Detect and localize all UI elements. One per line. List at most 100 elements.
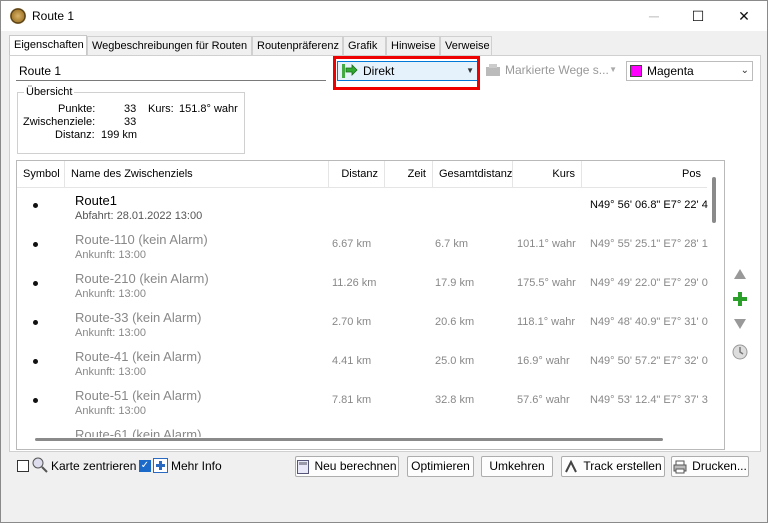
table-row[interactable]: Route-110 (kein Alarm) Ankunft: 13:00 6.… xyxy=(17,228,708,267)
waypoint-course: 57.6° wahr xyxy=(517,394,570,406)
create-track-label: Track erstellen xyxy=(583,459,662,473)
waypoint-distance: 6.67 km xyxy=(332,238,372,250)
waypoint-symbol-icon xyxy=(33,359,38,364)
course-value: 151.8° wahr xyxy=(179,103,238,115)
waypoint-name: Route-61 (kein Alarm) xyxy=(75,427,202,437)
waypoint-symbol-icon xyxy=(33,281,38,286)
title-bar: Route 1 ─ ☐ ✕ xyxy=(1,1,767,31)
magnifier-icon xyxy=(32,457,48,473)
triangle-down-icon xyxy=(734,319,746,329)
optimize-button[interactable]: Optimieren xyxy=(407,456,474,477)
distance-label: Distanz: xyxy=(55,129,95,141)
waypoint-name: Route-41 (kein Alarm) xyxy=(75,349,202,364)
window-title: Route 1 xyxy=(32,9,75,23)
points-value: 33 xyxy=(124,103,137,115)
route-name-field[interactable] xyxy=(16,62,326,81)
column-header[interactable]: Kurs xyxy=(513,161,582,187)
color-dropdown[interactable]: Magenta ⌄ xyxy=(626,61,753,81)
waypoint-name: Route-33 (kein Alarm) xyxy=(75,310,202,325)
chevron-down-icon: ⌄ xyxy=(740,65,749,76)
horizontal-scrollbar[interactable] xyxy=(35,438,663,441)
close-button[interactable]: ✕ xyxy=(721,1,767,31)
table-row[interactable]: Route-33 (kein Alarm) Ankunft: 13:00 2.7… xyxy=(17,306,708,345)
column-header[interactable]: Name des Zwischenziels xyxy=(65,161,329,187)
points-label: Punkte: xyxy=(58,103,96,115)
reverse-button[interactable]: Umkehren xyxy=(481,456,553,477)
printer-icon xyxy=(673,460,687,474)
table-row[interactable]: Route-210 (kein Alarm) Ankunft: 13:00 11… xyxy=(17,267,708,306)
add-waypoint-button[interactable] xyxy=(732,291,748,307)
maximize-button[interactable]: ☐ xyxy=(675,1,721,31)
waypoint-subtext: Ankunft: 13:00 xyxy=(75,288,146,300)
triangle-up-icon xyxy=(734,269,746,279)
waypoint-course: 16.9° wahr xyxy=(517,355,570,367)
waypoint-subtext: Ankunft: 13:00 xyxy=(75,366,146,378)
waypoint-position: N49° 50' 57.2" E7° 32' 0 xyxy=(590,355,708,367)
waypoint-total-distance: 17.9 km xyxy=(435,277,475,289)
column-header[interactable]: Gesamtdistanz xyxy=(433,161,513,187)
clock-button[interactable] xyxy=(732,344,748,360)
column-header[interactable]: Pos xyxy=(582,161,707,187)
waypoint-distance: 7.81 km xyxy=(332,394,372,406)
waypoints-table: Symbol Name des Zwischenziels Distanz Ze… xyxy=(16,160,725,450)
tab-verweise[interactable]: Verweise xyxy=(440,36,492,55)
waypoint-distance: 4.41 km xyxy=(332,355,372,367)
waypoint-distance: 11.26 km xyxy=(332,277,377,289)
create-track-button[interactable]: Track erstellen xyxy=(561,456,665,477)
table-row[interactable]: Route1 Abfahrt: 28.01.2022 13:00 N49° 56… xyxy=(17,189,708,228)
overview-group: Übersicht Punkte: 33 Kurs: 151.8° wahr Z… xyxy=(17,86,245,154)
waypoint-position: N49° 48' 40.9" E7° 31' 0 xyxy=(590,316,708,328)
waypoint-position: N49° 53' 12.4" E7° 37' 3 xyxy=(590,394,708,406)
table-row[interactable]: Route-51 (kein Alarm) Ankunft: 13:00 7.8… xyxy=(17,384,708,423)
tab-grafik[interactable]: Grafik xyxy=(343,36,386,55)
more-info-checkbox[interactable]: ✓ xyxy=(139,460,151,472)
move-up-button[interactable] xyxy=(732,266,748,282)
waypoint-course: 118.1° wahr xyxy=(517,316,576,328)
color-label: Magenta xyxy=(647,64,694,78)
column-header[interactable]: Symbol xyxy=(17,161,65,187)
minimize-button[interactable]: ─ xyxy=(631,1,677,31)
move-down-button[interactable] xyxy=(732,316,748,332)
waypoint-position: N49° 49' 22.0" E7° 29' 0 xyxy=(590,277,708,289)
print-button[interactable]: Drucken... xyxy=(671,456,749,477)
info-plus-icon xyxy=(153,458,168,473)
marked-paths-label: Markierte Wege s... xyxy=(505,63,609,77)
waypoint-total-distance: 6.7 km xyxy=(435,238,469,250)
waypoints-label: Zwischenziele: xyxy=(23,116,96,128)
column-header[interactable]: Distanz xyxy=(329,161,385,187)
vertical-scrollbar[interactable] xyxy=(712,177,716,223)
waypoint-subtext: Ankunft: 13:00 xyxy=(75,327,146,339)
waypoint-position: N49° 55' 25.1" E7° 28' 1 xyxy=(590,238,708,250)
waypoint-total-distance: 20.6 km xyxy=(435,316,475,328)
center-map-checkbox[interactable] xyxy=(17,460,29,472)
recalculate-button[interactable]: Neu berechnen xyxy=(295,456,399,477)
reverse-label: Umkehren xyxy=(489,459,545,473)
track-icon xyxy=(565,459,578,473)
plus-icon xyxy=(733,292,747,306)
waypoint-symbol-icon xyxy=(33,203,38,208)
table-row[interactable]: Route-61 (kein Alarm) xyxy=(17,423,707,437)
waypoint-course: 175.5° wahr xyxy=(517,277,576,289)
waypoints-value: 33 xyxy=(124,116,137,128)
print-label: Drucken... xyxy=(692,459,747,473)
column-header[interactable]: Zeit xyxy=(385,161,433,187)
waypoint-symbol-icon xyxy=(33,242,38,247)
tab-eigenschaften[interactable]: Eigenschaften xyxy=(9,35,87,56)
waypoint-name: Route1 xyxy=(75,193,117,208)
tab-hinweise[interactable]: Hinweise xyxy=(386,36,440,55)
table-row[interactable]: Route-41 (kein Alarm) Ankunft: 13:00 4.4… xyxy=(17,345,708,384)
color-swatch xyxy=(630,65,642,77)
highlight-box xyxy=(333,56,480,90)
waypoint-symbol-icon xyxy=(33,320,38,325)
app-logo-icon xyxy=(10,8,26,24)
marked-paths-dropdown[interactable]: Markierte Wege s... ▼ xyxy=(482,61,620,81)
road-icon xyxy=(486,64,500,76)
waypoint-position: N49° 56' 06.8" E7° 22' 4 xyxy=(590,199,708,211)
tab-wegbeschreibungen[interactable]: Wegbeschreibungen für Routen xyxy=(87,36,252,55)
waypoint-total-distance: 32.8 km xyxy=(435,394,475,406)
waypoint-course: 101.1° wahr xyxy=(517,238,576,250)
course-label: Kurs: xyxy=(148,103,174,115)
table-header: Symbol Name des Zwischenziels Distanz Ze… xyxy=(17,161,707,188)
distance-value: 199 km xyxy=(101,129,138,141)
tab-routenpraeferenz[interactable]: Routenpräferenz xyxy=(252,36,343,55)
